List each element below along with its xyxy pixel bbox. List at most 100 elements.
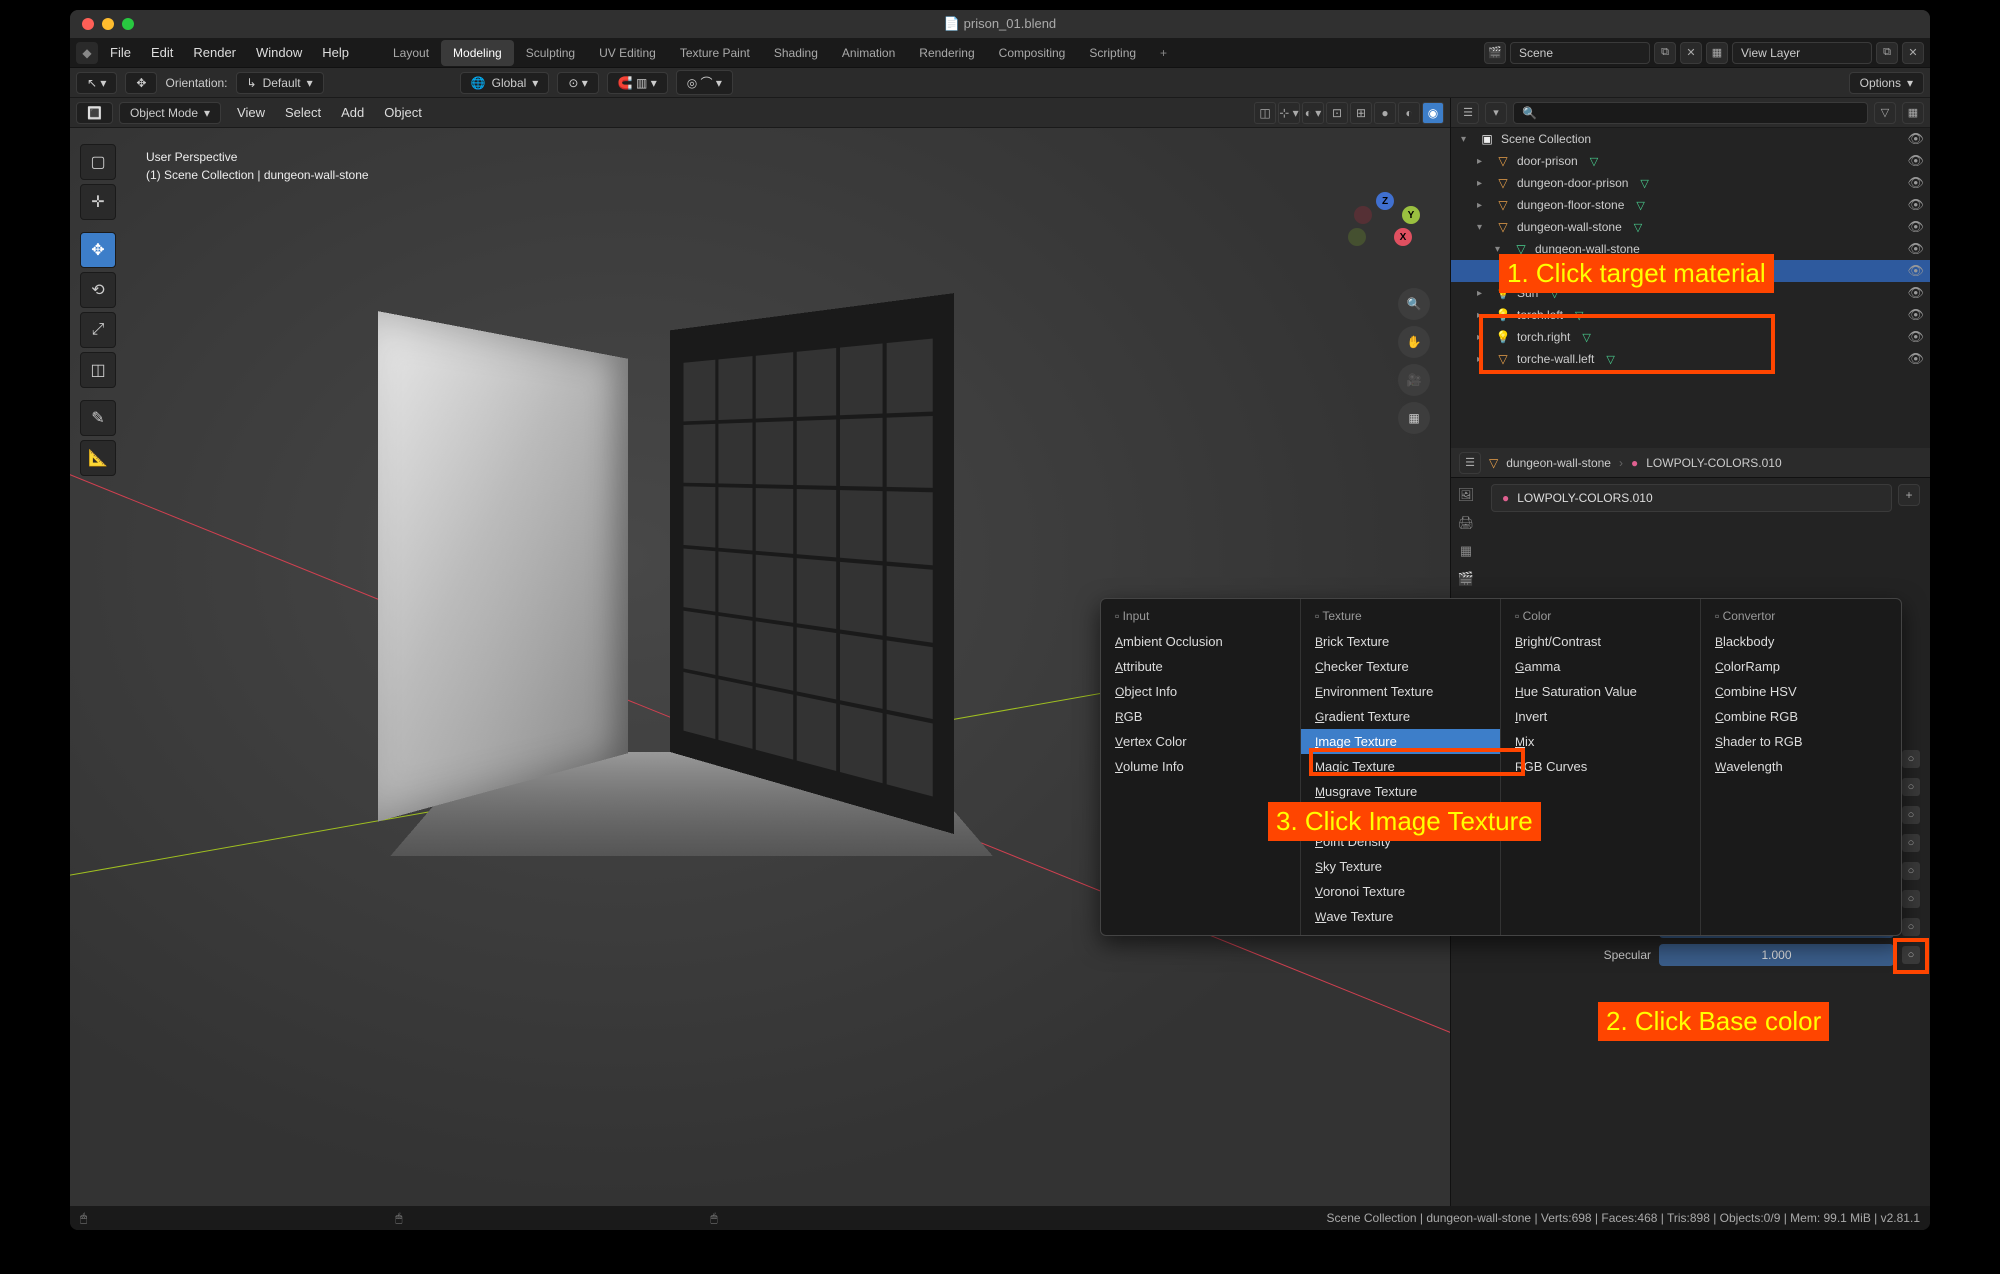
gizmo-toggle-icon[interactable]: ⊹ ▾ bbox=[1278, 102, 1300, 124]
ctx-item-voronoi-texture[interactable]: Voronoi Texture bbox=[1301, 879, 1500, 904]
scene-delete-icon[interactable]: ✕ bbox=[1680, 42, 1702, 64]
tab-shading[interactable]: Shading bbox=[762, 40, 830, 66]
ctx-item-shader-to-rgb[interactable]: Shader to RGB bbox=[1701, 729, 1901, 754]
camera-button-icon[interactable]: 🎥 bbox=[1398, 364, 1430, 396]
rotate-tool[interactable]: ⟲ bbox=[80, 272, 116, 308]
ctx-item-hue-saturation-value[interactable]: Hue Saturation Value bbox=[1501, 679, 1700, 704]
display-mode-icon[interactable]: ▾ bbox=[1485, 102, 1507, 124]
drag-mode-icon[interactable]: ✥ bbox=[125, 72, 157, 94]
viewlayer-field[interactable]: View Layer bbox=[1732, 42, 1872, 64]
ctx-item-environment-texture[interactable]: Environment Texture bbox=[1301, 679, 1500, 704]
orientation-dropdown[interactable]: ↳ Default ▾ bbox=[236, 72, 324, 94]
tab-output[interactable]: 🖨 bbox=[1453, 510, 1479, 536]
material-slot[interactable]: ● LOWPOLY-COLORS.010 bbox=[1491, 484, 1892, 512]
outliner-item-dungeon-door-prison[interactable]: ▸▽dungeon-door-prison▽👁 bbox=[1451, 172, 1930, 194]
scene-browse-icon[interactable]: 🎬 bbox=[1484, 42, 1506, 64]
move-tool[interactable]: ✥ bbox=[80, 232, 116, 268]
ctx-item-ambient-occlusion[interactable]: Ambient Occlusion bbox=[1101, 629, 1300, 654]
scale-tool[interactable]: ⤢ bbox=[80, 312, 116, 348]
proportional-edit-icon[interactable]: ◎ ⌒ ▾ bbox=[676, 70, 733, 95]
layer-copy-icon[interactable]: ⧉ bbox=[1876, 42, 1898, 64]
ctx-item-combine-rgb[interactable]: Combine RGB bbox=[1701, 704, 1901, 729]
viewport-menu-select[interactable]: Select bbox=[275, 101, 331, 124]
tool-preset-dropdown[interactable]: ↖ ▾ bbox=[76, 72, 117, 94]
tab-animation[interactable]: Animation bbox=[830, 40, 907, 66]
outliner-item-dungeon-wall-stone[interactable]: ▾▽dungeon-wall-stone▽👁 bbox=[1451, 216, 1930, 238]
layer-browse-icon[interactable]: ▦ bbox=[1706, 42, 1728, 64]
link-node-button[interactable]: ○ bbox=[1902, 918, 1920, 936]
shading-solid-icon[interactable]: ● bbox=[1374, 102, 1396, 124]
ctx-item-gamma[interactable]: Gamma bbox=[1501, 654, 1700, 679]
minimize-icon[interactable] bbox=[102, 18, 114, 30]
ctx-item-mix[interactable]: Mix bbox=[1501, 729, 1700, 754]
measure-tool[interactable]: 📐 bbox=[80, 440, 116, 476]
scene-copy-icon[interactable]: ⧉ bbox=[1654, 42, 1676, 64]
menu-file[interactable]: File bbox=[100, 41, 141, 64]
tab-scene[interactable]: 🎬 bbox=[1453, 566, 1479, 592]
select-box-tool[interactable]: ▢ bbox=[80, 144, 116, 180]
zoom-icon[interactable] bbox=[122, 18, 134, 30]
outliner-item-scene-collection[interactable]: ▾▣Scene Collection👁 bbox=[1451, 128, 1930, 150]
link-node-button[interactable]: ○ bbox=[1902, 890, 1920, 908]
ctx-item-object-info[interactable]: Object Info bbox=[1101, 679, 1300, 704]
annotate-tool[interactable]: ✎ bbox=[80, 400, 116, 436]
ctx-item-gradient-texture[interactable]: Gradient Texture bbox=[1301, 704, 1500, 729]
menu-window[interactable]: Window bbox=[246, 41, 312, 64]
ctx-item-rgb[interactable]: RGB bbox=[1101, 704, 1300, 729]
editor-type-properties-icon[interactable]: ☰ bbox=[1459, 452, 1481, 474]
ctx-item-bright/contrast[interactable]: Bright/Contrast bbox=[1501, 629, 1700, 654]
ctx-item-brick-texture[interactable]: Brick Texture bbox=[1301, 629, 1500, 654]
add-material-button[interactable]: + bbox=[1898, 484, 1920, 506]
ctx-item-checker-texture[interactable]: Checker Texture bbox=[1301, 654, 1500, 679]
link-node-button[interactable]: ○ bbox=[1902, 862, 1920, 880]
tab-rendering[interactable]: Rendering bbox=[907, 40, 986, 66]
axis-neg-icon[interactable] bbox=[1354, 206, 1372, 224]
prop-value-specular[interactable]: 1.000 bbox=[1659, 944, 1894, 966]
tab-uv-editing[interactable]: UV Editing bbox=[587, 40, 668, 66]
crumb-object[interactable]: dungeon-wall-stone bbox=[1506, 456, 1611, 470]
outliner-item-dungeon-floor-stone[interactable]: ▸▽dungeon-floor-stone▽👁 bbox=[1451, 194, 1930, 216]
ctx-item-musgrave-texture[interactable]: Musgrave Texture bbox=[1301, 779, 1500, 804]
scene-field[interactable]: Scene bbox=[1510, 42, 1650, 64]
shading-lookdev-icon[interactable]: ◐ bbox=[1398, 102, 1420, 124]
menu-edit[interactable]: Edit bbox=[141, 41, 183, 64]
mode-dropdown[interactable]: Object Mode ▾ bbox=[119, 102, 221, 124]
close-icon[interactable] bbox=[82, 18, 94, 30]
viewport-menu-object[interactable]: Object bbox=[374, 101, 432, 124]
tab-viewlayer[interactable]: ▦ bbox=[1453, 538, 1479, 564]
shading-wireframe-icon[interactable]: ⊞ bbox=[1350, 102, 1372, 124]
editor-type-outliner-icon[interactable]: ☰ bbox=[1457, 102, 1479, 124]
link-node-button[interactable]: ○ bbox=[1902, 834, 1920, 852]
tab-render[interactable]: 🖼 bbox=[1453, 482, 1479, 508]
axis-z-icon[interactable]: Z bbox=[1376, 192, 1394, 210]
shading-rendered-icon[interactable]: ◉ bbox=[1422, 102, 1444, 124]
outliner-search-input[interactable] bbox=[1513, 102, 1868, 124]
ctx-item-attribute[interactable]: Attribute bbox=[1101, 654, 1300, 679]
tab-modeling[interactable]: Modeling bbox=[441, 40, 514, 66]
snap-toggle-icon[interactable]: 🧲 ▥ ▾ bbox=[607, 72, 668, 94]
pan-button-icon[interactable]: ✋ bbox=[1398, 326, 1430, 358]
ortho-button-icon[interactable]: ▦ bbox=[1398, 402, 1430, 434]
axis-y-icon[interactable]: Y bbox=[1402, 206, 1420, 224]
ctx-item-combine-hsv[interactable]: Combine HSV bbox=[1701, 679, 1901, 704]
snap-dropdown[interactable]: ⊙ ▾ bbox=[557, 72, 598, 94]
nav-gizmo[interactable]: Z Y X bbox=[1346, 188, 1426, 268]
tab-compositing[interactable]: Compositing bbox=[987, 40, 1078, 66]
layer-delete-icon[interactable]: ✕ bbox=[1902, 42, 1924, 64]
viewport-menu-view[interactable]: View bbox=[227, 101, 275, 124]
menu-help[interactable]: Help bbox=[312, 41, 359, 64]
tab-scripting[interactable]: Scripting bbox=[1077, 40, 1148, 66]
ctx-item-wavelength[interactable]: Wavelength bbox=[1701, 754, 1901, 779]
tab-sculpting[interactable]: Sculpting bbox=[514, 40, 587, 66]
overlay-toggle-icon[interactable]: ◐ ▾ bbox=[1302, 102, 1324, 124]
tab-texture-paint[interactable]: Texture Paint bbox=[668, 40, 762, 66]
outliner-item-door-prison[interactable]: ▸▽door-prison▽👁 bbox=[1451, 150, 1930, 172]
ctx-item-colorramp[interactable]: ColorRamp bbox=[1701, 654, 1901, 679]
link-node-button[interactable]: ○ bbox=[1902, 750, 1920, 768]
ctx-item-blackbody[interactable]: Blackbody bbox=[1701, 629, 1901, 654]
add-workspace-button[interactable]: + bbox=[1150, 40, 1177, 66]
select-visible-icon[interactable]: ◫ bbox=[1254, 102, 1276, 124]
ctx-item-vertex-color[interactable]: Vertex Color bbox=[1101, 729, 1300, 754]
transform-orientation-dropdown[interactable]: 🌐 Global ▾ bbox=[460, 72, 550, 94]
crumb-material[interactable]: LOWPOLY-COLORS.010 bbox=[1646, 456, 1781, 470]
